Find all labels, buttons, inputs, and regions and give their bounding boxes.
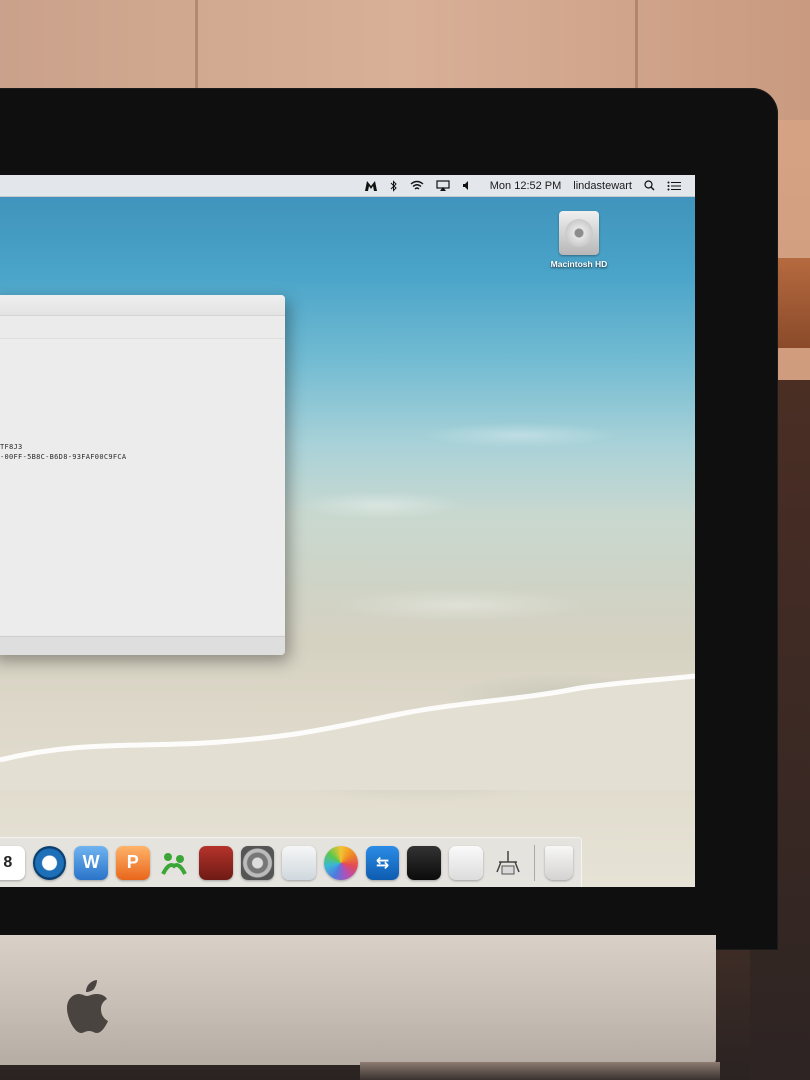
about-window[interactable]: TF8J3 -00FF-5B8C-B6D8-93FAF00C9FCA [0, 295, 285, 655]
calendar-icon[interactable]: 8 [0, 845, 25, 880]
screen: Mon 12:52 PM lindastewart Macintosh HD T… [0, 175, 695, 887]
dock: 8 W P ⇆ [0, 837, 582, 887]
window-titlebar[interactable] [0, 295, 285, 316]
window-body: TF8J3 -00FF-5B8C-B6D8-93FAF00C9FCA [0, 339, 285, 635]
serial-number-text: TF8J3 [0, 443, 23, 451]
trash-icon[interactable] [545, 845, 574, 880]
apple-logo-icon [67, 980, 108, 1033]
macintosh-hd-label: Macintosh HD [550, 259, 608, 269]
word-icon[interactable]: W [74, 845, 108, 880]
spotlight-icon[interactable] [644, 175, 655, 197]
photos-icon[interactable] [324, 845, 358, 880]
system-preferences-icon[interactable] [240, 845, 275, 880]
volume-icon[interactable] [462, 175, 472, 197]
wifi-icon[interactable] [410, 175, 424, 197]
window-footer [0, 636, 285, 655]
textedit-icon[interactable] [449, 845, 483, 880]
menu-clock[interactable]: Mon 12:52 PM [490, 175, 562, 197]
hardware-uuid-text: -00FF-5B8C-B6D8-93FAF00C9FCA [0, 453, 127, 461]
menu-username[interactable]: lindastewart [573, 175, 632, 197]
preview-icon[interactable] [282, 845, 317, 880]
bluetooth-icon[interactable] [390, 175, 398, 197]
malwarebytes-icon[interactable] [364, 175, 378, 197]
dvd-player-icon[interactable] [407, 845, 442, 880]
photo-booth-icon[interactable] [199, 845, 233, 880]
messenger-icon[interactable] [158, 846, 192, 880]
wallpaper-wave [0, 673, 695, 790]
menu-bar: Mon 12:52 PM lindastewart [0, 175, 695, 197]
hard-drive-icon [559, 211, 599, 255]
macintosh-hd-desktop-item[interactable]: Macintosh HD [542, 211, 616, 269]
window-toolbar [0, 316, 285, 339]
powerpoint-icon[interactable]: P [115, 845, 150, 880]
quicktime-icon[interactable] [32, 845, 67, 880]
dock-separator [534, 844, 536, 881]
notification-center-icon[interactable] [667, 175, 681, 197]
directory-utility-icon[interactable] [491, 846, 525, 880]
airplay-icon[interactable] [436, 175, 450, 197]
teamviewer-icon[interactable]: ⇆ [365, 845, 400, 880]
imac-stand [360, 1062, 720, 1080]
